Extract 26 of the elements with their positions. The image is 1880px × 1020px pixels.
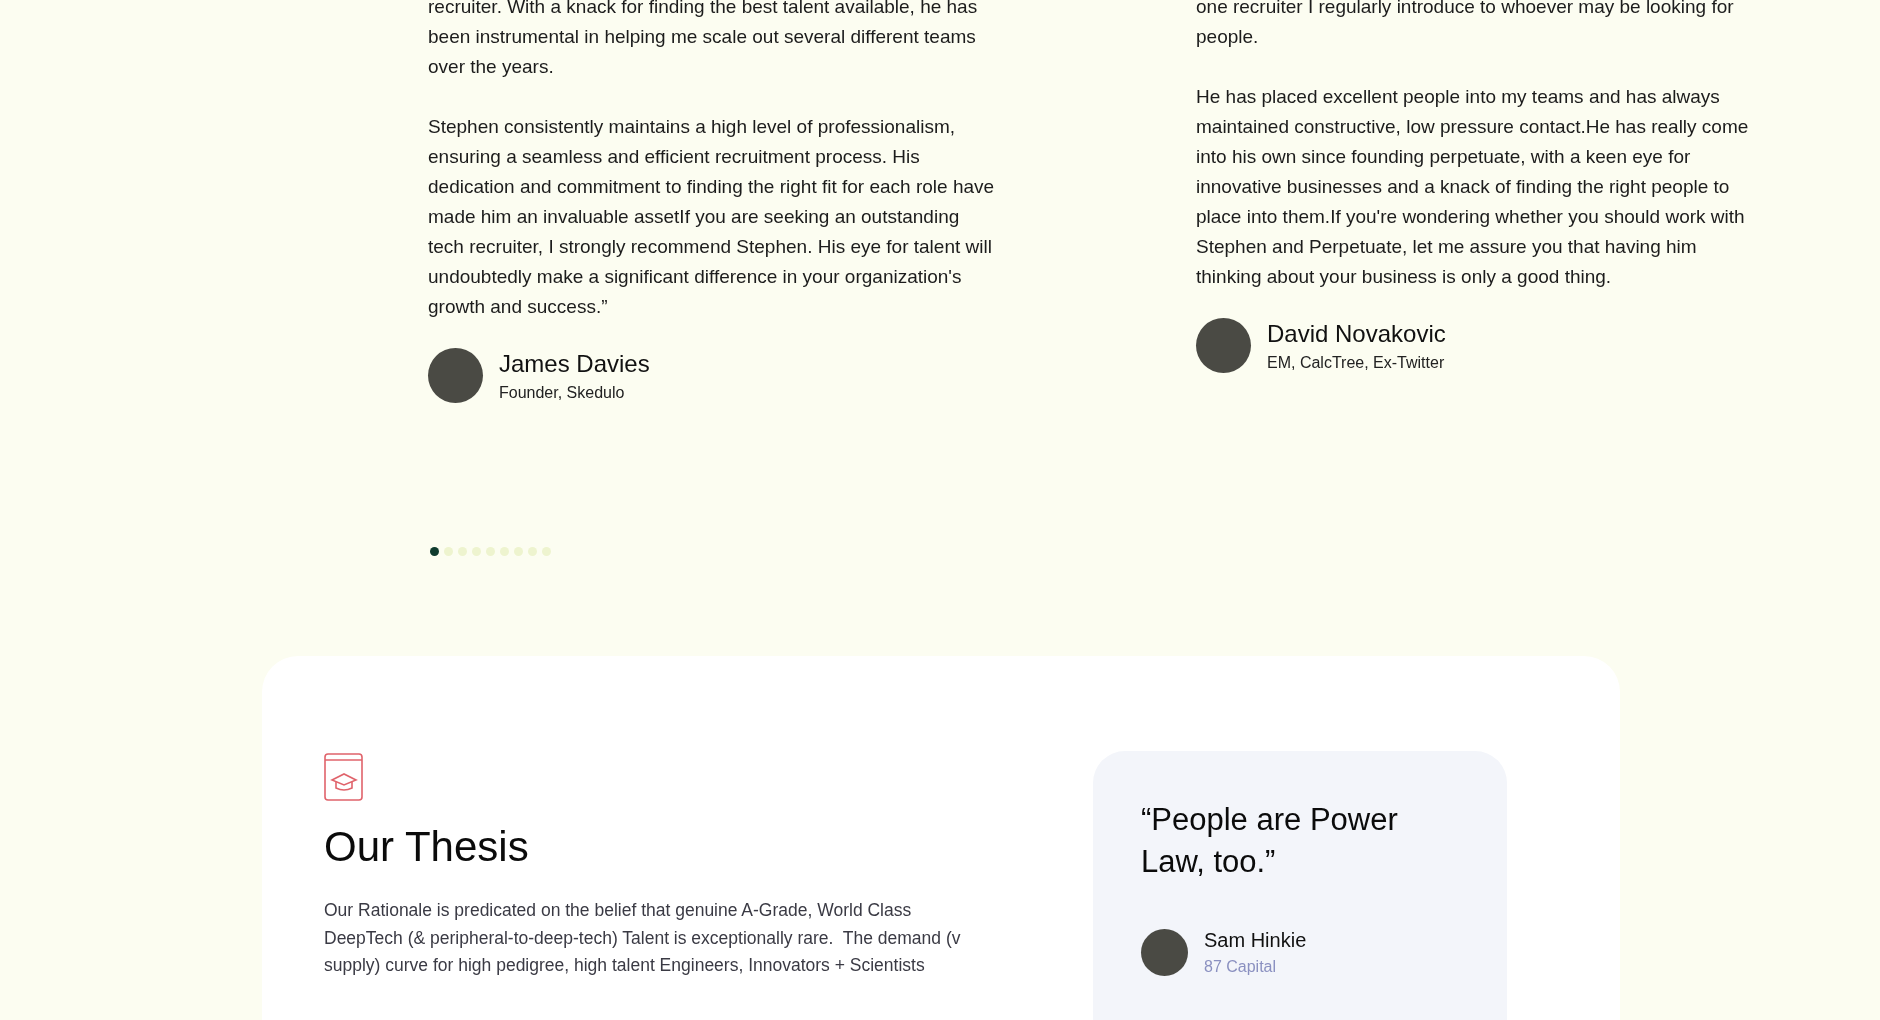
testimonial-text: recruiter. With a knack for finding the best talent available, he has been instrumental in helping me scale out several different teams over the years. <box>428 0 979 79</box>
carousel-dot[interactable] <box>514 547 523 556</box>
carousel-dot[interactable] <box>486 547 495 556</box>
quote-text: “People are Power Law, too.” <box>1141 801 1399 881</box>
carousel-dot[interactable] <box>542 547 551 556</box>
carousel-dot[interactable] <box>458 547 467 556</box>
author-role: EM, CalcTree, Ex-Twitter <box>1267 353 1446 372</box>
carousel-dot[interactable] <box>500 547 509 556</box>
testimonial-text: Stephen consistently maintains a high level of professionalism, ensuring a seamless and efficient recruitment process. His dedication and commitment to finding the right fit for each role have made him an invaluable assetIf you are seeking an outstanding tech recruiter, I strongly recommend Stephen. His eye for talent will undoubtedly make a significant difference in your organization's growth and success.” <box>428 115 996 319</box>
author-name: Sam Hinkie <box>1204 929 1307 952</box>
section-title: Our Thesis <box>324 823 530 871</box>
graduation-cap-book-icon <box>324 751 364 801</box>
avatar <box>428 348 483 403</box>
author-company: 87 Capital <box>1204 958 1278 976</box>
author-name: David Novakovic <box>1267 319 1446 348</box>
testimonial-text: one recruiter I regularly introduce to whoever may be looking for people. <box>1196 0 1735 49</box>
carousel-dot[interactable] <box>430 547 439 556</box>
carousel-dot[interactable] <box>528 547 537 556</box>
carousel-dot[interactable] <box>444 547 453 556</box>
testimonial-text: He has placed excellent people into my teams and has always maintained constructive, low pressure contact.He has really come into his own since founding perpetuate, with a keen eye for innovative businesses and a knack of finding the right people to place into them.If you're wondering whether you should work with Stephen and Perpetuate, let me assure you that having him thinking about your business is only a good thing. <box>1196 85 1750 289</box>
carousel-dot[interactable] <box>472 547 481 556</box>
avatar <box>1196 318 1251 373</box>
avatar <box>1141 929 1188 976</box>
author-role: Founder, Skedulo <box>499 383 626 402</box>
thesis-text: Our Rationale is predicated on the belief that genuine A-Grade, World Class DeepTech (& peripheral-to-deep-tech) Talent is exceptionally rare. The demand (v supply) curve for high pedigree, high talent Engineers, Innovators + Scientists <box>324 899 962 977</box>
author-name: James Davies <box>499 349 650 378</box>
